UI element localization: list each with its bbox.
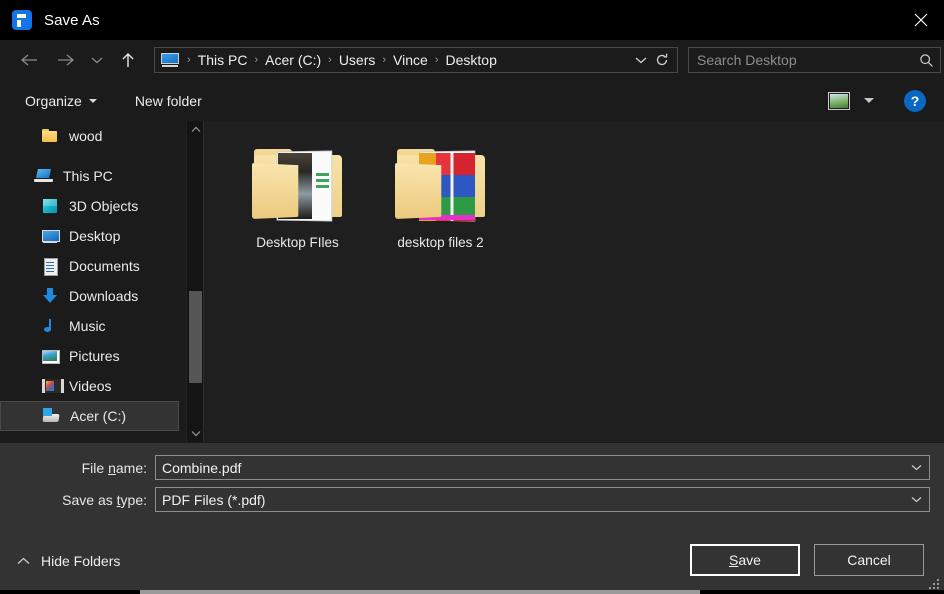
refresh-icon[interactable] (655, 53, 675, 67)
3d-objects-icon (40, 197, 60, 215)
address-bar[interactable]: › This PC › Acer (C:) › Users › Vince › … (154, 47, 678, 73)
sidebar-item-label: Videos (69, 378, 112, 394)
background-window-bleed (0, 590, 944, 594)
sidebar-item-label: 3D Objects (69, 198, 138, 214)
hide-folders-label: Hide Folders (41, 553, 120, 569)
videos-icon (40, 377, 60, 395)
breadcrumb-vince[interactable]: Vince (391, 52, 430, 68)
sidebar-item-desktop[interactable]: Desktop (0, 221, 180, 251)
forward-arrow-icon[interactable] (51, 45, 81, 75)
breadcrumb-this-pc[interactable]: This PC (196, 52, 250, 68)
downloads-icon (40, 287, 60, 305)
search-icon[interactable] (919, 53, 934, 68)
command-bar: Organize New folder ? (0, 80, 944, 121)
sidebar-item-label: Desktop (69, 228, 120, 244)
search-input[interactable]: Search Desktop (697, 52, 919, 68)
file-item-desktop-files-2[interactable]: desktop files 2 (369, 139, 512, 250)
file-item-desktop-files[interactable]: Desktop FIles (226, 139, 369, 250)
sidebar-item-pictures[interactable]: Pictures (0, 341, 180, 371)
breadcrumb-separator: › (430, 54, 444, 66)
title-bar: Save As (0, 0, 944, 40)
file-name-label: File name: (0, 460, 155, 476)
sidebar-scrollbar[interactable] (186, 121, 203, 442)
sidebar-item-label: Music (69, 318, 106, 334)
file-list[interactable]: Desktop FIles desktop files 2 (204, 121, 944, 442)
navigation-pane: wood This PC 3D Objects Desktop Document… (0, 121, 203, 442)
file-item-label: desktop files 2 (397, 235, 483, 250)
sidebar-item-label: Pictures (69, 348, 120, 364)
sidebar-item-wood[interactable]: wood (0, 121, 180, 151)
documents-icon (40, 257, 60, 275)
breadcrumb-separator: › (182, 54, 196, 66)
recent-locations-chevron-icon[interactable] (86, 45, 108, 75)
music-icon (40, 317, 60, 335)
drive-icon (41, 407, 61, 425)
save-form-panel: File name: Combine.pdf Save as type: PDF… (0, 442, 944, 594)
folder-with-colors-preview-icon (393, 139, 489, 227)
file-item-label: Desktop FIles (256, 235, 339, 250)
sidebar-item-label: wood (69, 128, 102, 144)
folder-with-photo-preview-icon (250, 139, 346, 227)
view-thumbnail-icon[interactable] (828, 92, 850, 110)
back-arrow-icon[interactable] (14, 45, 44, 75)
sidebar-item-acer-c[interactable]: Acer (C:) (0, 401, 179, 431)
save-as-type-value: PDF Files (*.pdf) (162, 492, 903, 508)
view-options-chevron-icon[interactable] (864, 98, 874, 103)
sidebar-item-label: This PC (63, 168, 113, 184)
save-as-type-select[interactable]: PDF Files (*.pdf) (155, 487, 930, 512)
sidebar-item-this-pc[interactable]: This PC (0, 161, 180, 191)
breadcrumb-desktop[interactable]: Desktop (444, 52, 499, 68)
previous-locations-chevron-icon[interactable] (631, 56, 655, 64)
sidebar-item-label: Downloads (69, 288, 138, 304)
breadcrumb-separator: › (323, 54, 337, 66)
save-button[interactable]: Save (690, 544, 800, 576)
scrollbar-thumb[interactable] (189, 291, 202, 383)
folder-icon (40, 127, 60, 145)
save-as-type-label: Save as type: (0, 492, 155, 508)
cancel-button[interactable]: Cancel (814, 544, 924, 576)
desktop-icon (40, 227, 60, 245)
sidebar-item-label: Documents (69, 258, 140, 274)
breadcrumb-acer-c[interactable]: Acer (C:) (263, 52, 323, 68)
sidebar-item-videos[interactable]: Videos (0, 371, 180, 401)
chevron-down-icon[interactable] (903, 464, 929, 471)
file-name-input[interactable]: Combine.pdf (155, 455, 930, 480)
save-as-dialog: Save As › This PC › Acer (C:) (0, 0, 944, 594)
file-name-value: Combine.pdf (162, 460, 903, 476)
sidebar-item-label: Acer (C:) (70, 408, 126, 424)
navigation-bar: › This PC › Acer (C:) › Users › Vince › … (0, 40, 944, 80)
window-title: Save As (44, 12, 100, 29)
scroll-up-arrow-icon[interactable] (187, 121, 203, 138)
pictures-icon (40, 347, 60, 365)
sidebar-item-3d-objects[interactable]: 3D Objects (0, 191, 180, 221)
organize-label: Organize (25, 93, 82, 109)
breadcrumb-separator: › (377, 54, 391, 66)
search-box[interactable]: Search Desktop (688, 47, 941, 73)
folder-tree: wood This PC 3D Objects Desktop Document… (0, 121, 180, 431)
new-folder-button[interactable]: New folder (135, 93, 202, 109)
hide-folders-button[interactable]: Hide Folders (17, 553, 120, 569)
sidebar-item-music[interactable]: Music (0, 311, 180, 341)
breadcrumb-separator: › (249, 54, 263, 66)
file-name-row: File name: Combine.pdf (0, 455, 944, 480)
chevron-down-icon (89, 99, 97, 103)
chevron-down-icon[interactable] (903, 496, 929, 503)
organize-button[interactable]: Organize (25, 93, 97, 109)
chevron-up-icon (17, 557, 30, 565)
foxit-pdf-icon (12, 10, 32, 30)
this-pc-icon (34, 167, 54, 185)
sidebar-item-documents[interactable]: Documents (0, 251, 180, 281)
sidebar-item-downloads[interactable]: Downloads (0, 281, 180, 311)
save-as-type-row: Save as type: PDF Files (*.pdf) (0, 487, 944, 512)
up-arrow-icon[interactable] (113, 45, 143, 75)
help-button[interactable]: ? (904, 90, 926, 112)
close-icon[interactable] (898, 0, 944, 40)
this-pc-icon (161, 53, 179, 67)
breadcrumb-users[interactable]: Users (337, 52, 378, 68)
scroll-down-arrow-icon[interactable] (187, 425, 203, 442)
browser-content: wood This PC 3D Objects Desktop Document… (0, 121, 944, 442)
